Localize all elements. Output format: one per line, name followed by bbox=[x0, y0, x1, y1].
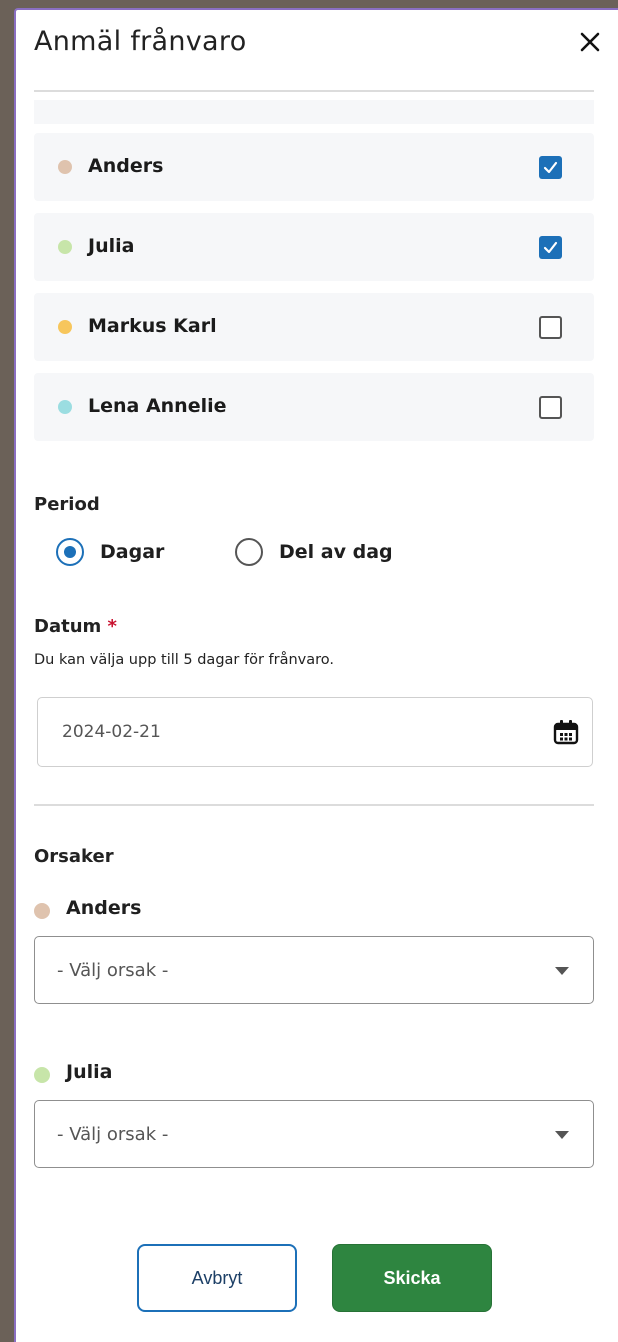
radio-unselected-icon bbox=[235, 538, 263, 566]
checkbox-unchecked[interactable] bbox=[539, 316, 562, 339]
submit-button[interactable]: Skicka bbox=[332, 1244, 492, 1312]
child-name: Julia bbox=[66, 1061, 113, 1083]
date-label: Datum * bbox=[34, 616, 117, 637]
child-row-anders[interactable]: Anders bbox=[34, 133, 594, 201]
child-list-top bbox=[34, 100, 594, 124]
child-color-dot bbox=[34, 903, 50, 919]
chevron-down-icon bbox=[555, 967, 569, 975]
radio-label: Dagar bbox=[100, 541, 165, 563]
period-radio-group: Dagar Del av dag bbox=[42, 538, 442, 570]
period-label: Period bbox=[34, 494, 100, 515]
child-name: Anders bbox=[66, 897, 142, 919]
reason-select-julia[interactable]: - Välj orsak - bbox=[34, 1100, 594, 1168]
radio-selected-icon bbox=[56, 538, 84, 566]
select-placeholder: - Välj orsak - bbox=[57, 1124, 169, 1145]
date-value: 2024-02-21 bbox=[62, 722, 161, 742]
child-color-dot bbox=[58, 320, 72, 334]
radio-label: Del av dag bbox=[279, 541, 393, 563]
cancel-button[interactable]: Avbryt bbox=[137, 1244, 297, 1312]
child-name: Lena Annelie bbox=[88, 395, 227, 417]
chevron-down-icon bbox=[555, 1131, 569, 1139]
child-color-dot bbox=[58, 240, 72, 254]
dialog-header: Anmäl frånvaro bbox=[34, 26, 604, 86]
child-color-dot bbox=[58, 400, 72, 414]
header-divider bbox=[34, 90, 594, 92]
date-hint: Du kan välja upp till 5 dagar för frånva… bbox=[34, 652, 335, 668]
select-placeholder: - Välj orsak - bbox=[57, 960, 169, 981]
date-field[interactable]: 2024-02-21 bbox=[37, 697, 593, 767]
date-label-text: Datum bbox=[34, 616, 102, 637]
reason-select-anders[interactable]: - Välj orsak - bbox=[34, 936, 594, 1004]
section-divider bbox=[34, 804, 594, 806]
calendar-icon[interactable] bbox=[552, 718, 580, 746]
checkbox-checked[interactable] bbox=[539, 156, 562, 179]
child-row-markus-karl[interactable]: Markus Karl bbox=[34, 293, 594, 361]
child-name: Anders bbox=[88, 155, 164, 177]
child-name: Julia bbox=[88, 235, 135, 257]
checkbox-unchecked[interactable] bbox=[539, 396, 562, 419]
child-color-dot bbox=[58, 160, 72, 174]
child-row-julia[interactable]: Julia bbox=[34, 213, 594, 281]
reasons-label: Orsaker bbox=[34, 846, 114, 867]
child-row-lena-annelie[interactable]: Lena Annelie bbox=[34, 373, 594, 441]
checkbox-checked[interactable] bbox=[539, 236, 562, 259]
dialog-title: Anmäl frånvaro bbox=[34, 26, 247, 57]
required-marker: * bbox=[107, 616, 117, 637]
child-color-dot bbox=[34, 1067, 50, 1083]
child-name: Markus Karl bbox=[88, 315, 217, 337]
close-icon[interactable] bbox=[576, 28, 604, 56]
